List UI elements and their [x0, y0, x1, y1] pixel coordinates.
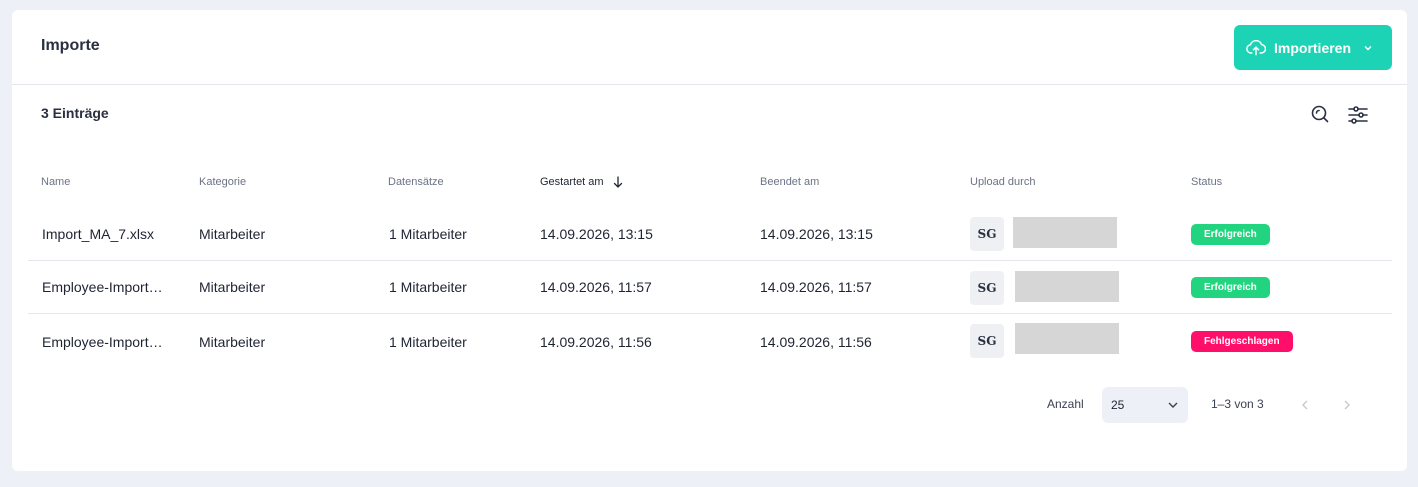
avatar: SG — [970, 271, 1004, 305]
pagination-range: 1–3 von 3 — [1211, 397, 1264, 411]
chevron-down-icon — [1363, 44, 1373, 52]
column-header-gestartet[interactable]: Gestartet am — [540, 176, 623, 188]
cell-beendet: 14.09.2026, 13:15 — [760, 226, 873, 242]
rows-per-page-select[interactable]: 25 — [1102, 387, 1188, 423]
cell-kategorie: Mitarbeiter — [199, 333, 266, 350]
cell-gestartet: 14.09.2026, 11:56 — [540, 333, 652, 350]
cell-datensaetze: 1 Mitarbeiter — [389, 333, 467, 350]
cell-name: Import_MA_7.xlsx — [42, 226, 155, 242]
status-badge: Erfolgreich — [1191, 224, 1270, 245]
avatar: SG — [970, 217, 1004, 251]
column-header-gestartet-label: Gestartet am — [540, 176, 604, 188]
cell-gestartet: 14.09.2026, 13:15 — [540, 226, 653, 242]
rows-per-page-value: 25 — [1111, 398, 1125, 412]
cell-name: Employee-Import… — [42, 279, 163, 295]
table-row[interactable]: Employee-Import… Mitarbeiter 1 Mitarbeit… — [28, 315, 1392, 368]
cell-gestartet: 14.09.2026, 11:57 — [540, 279, 652, 295]
status-badge: Erfolgreich — [1191, 277, 1270, 298]
redacted-username — [1015, 271, 1119, 302]
imports-card: Importe Importieren 3 Einträge Name Kate… — [12, 10, 1407, 471]
avatar: SG — [970, 324, 1004, 358]
chevron-right-icon[interactable] — [1338, 396, 1356, 414]
cell-beendet: 14.09.2026, 11:57 — [760, 279, 872, 295]
cell-datensaetze: 1 Mitarbeiter — [389, 279, 467, 295]
table-row[interactable]: Import_MA_7.xlsx Mitarbeiter 1 Mitarbeit… — [28, 208, 1392, 261]
chevron-left-icon[interactable] — [1296, 396, 1314, 414]
column-header-name[interactable]: Name — [41, 176, 70, 188]
cell-name: Employee-Import… — [42, 333, 163, 350]
redacted-username — [1013, 217, 1117, 248]
status-badge: Fehlgeschlagen — [1191, 331, 1293, 352]
redacted-username — [1015, 323, 1119, 354]
search-icon[interactable] — [1308, 102, 1332, 126]
column-header-upload[interactable]: Upload durch — [970, 176, 1035, 188]
table-row[interactable]: Employee-Import… Mitarbeiter 1 Mitarbeit… — [28, 261, 1392, 314]
entry-count: 3 Einträge — [41, 105, 109, 121]
cell-datensaetze: 1 Mitarbeiter — [389, 226, 467, 242]
cell-kategorie: Mitarbeiter — [199, 226, 266, 242]
card-header: Importe Importieren — [12, 10, 1407, 85]
column-header-kategorie[interactable]: Kategorie — [199, 176, 246, 188]
cloud-upload-icon — [1246, 39, 1266, 57]
chevron-down-icon — [1167, 401, 1179, 409]
column-header-datensaetze[interactable]: Datensätze — [388, 176, 444, 188]
rows-per-page-label: Anzahl — [1047, 397, 1084, 411]
sort-descending-icon — [613, 176, 623, 188]
page-title: Importe — [41, 37, 100, 54]
import-button[interactable]: Importieren — [1234, 25, 1392, 70]
import-button-label: Importieren — [1274, 39, 1352, 56]
cell-kategorie: Mitarbeiter — [199, 279, 266, 295]
cell-beendet: 14.09.2026, 11:56 — [760, 333, 872, 350]
column-header-beendet[interactable]: Beendet am — [760, 176, 819, 188]
filter-sliders-icon[interactable] — [1346, 102, 1370, 126]
column-header-status[interactable]: Status — [1191, 176, 1222, 188]
